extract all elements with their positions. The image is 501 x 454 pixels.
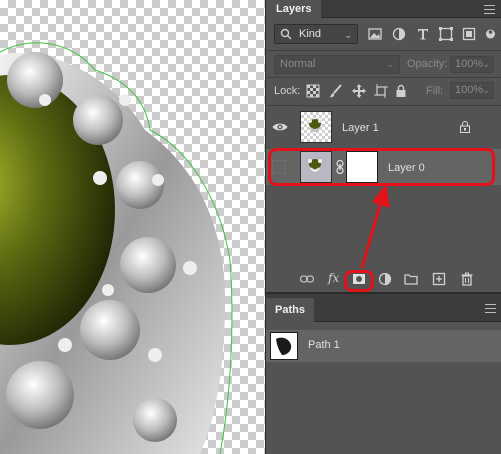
lock-row: Lock: Fill: 100% ⌄ xyxy=(266,80,501,104)
link-layers-icon[interactable] xyxy=(300,272,314,286)
filter-row: Kind ⌄ xyxy=(266,18,501,50)
image-filter-icon[interactable] xyxy=(368,27,382,41)
group-folder-icon[interactable] xyxy=(404,272,418,286)
opacity-label: Opacity: xyxy=(407,58,448,70)
type-filter-icon[interactable] xyxy=(416,27,430,41)
opacity-value: 100% xyxy=(455,58,484,70)
lock-label: Lock: xyxy=(274,85,301,97)
layer-locked-icon xyxy=(460,121,470,133)
document-canvas[interactable] xyxy=(0,0,265,454)
lock-pixels-brush-icon[interactable] xyxy=(329,84,343,98)
chevron-down-icon: ⌄ xyxy=(482,85,490,95)
layer-thumbnail xyxy=(300,111,332,143)
layers-tabbar: Layers xyxy=(266,0,501,18)
annotation-arrow-icon xyxy=(360,184,390,269)
opacity-field[interactable]: 100% ⌄ xyxy=(450,56,494,73)
paths-menu-icon[interactable] xyxy=(485,304,496,313)
path-row-path-1[interactable]: Path 1 xyxy=(266,330,501,362)
filter-toggle-icon[interactable] xyxy=(485,27,496,41)
chevron-down-icon: ⌄ xyxy=(386,59,394,69)
panel-menu-icon[interactable] xyxy=(484,5,495,14)
layer-name-layer-1[interactable]: Layer 1 xyxy=(342,122,379,134)
fill-label: Fill: xyxy=(426,85,444,97)
blend-row: Normal ⌄ Opacity: 100% ⌄ xyxy=(266,51,501,77)
lock-artboard-icon[interactable] xyxy=(374,84,388,98)
tab-paths[interactable]: Paths xyxy=(266,298,314,322)
fill-field[interactable]: 100% ⌄ xyxy=(450,82,494,99)
paths-panel: Paths Path 1 xyxy=(266,292,501,454)
blend-mode-value: Normal xyxy=(280,58,316,70)
filter-kind-label: Kind xyxy=(299,28,322,40)
tab-layers[interactable]: Layers xyxy=(266,0,322,18)
path-thumbnail xyxy=(270,332,298,360)
layer-row-layer-1[interactable]: Layer 1 xyxy=(266,107,501,147)
visibility-eye-icon[interactable] xyxy=(272,121,288,133)
new-layer-icon[interactable] xyxy=(432,272,446,286)
paths-tabbar: Paths xyxy=(266,294,501,322)
blend-mode-select[interactable]: Normal ⌄ xyxy=(274,55,400,74)
adjustment-filter-icon[interactable] xyxy=(392,27,406,41)
chevron-down-icon: ⌄ xyxy=(482,59,490,69)
shape-filter-icon[interactable] xyxy=(439,27,453,41)
trash-icon[interactable] xyxy=(460,272,474,286)
ring-thumbnail-icon xyxy=(308,119,322,132)
search-icon xyxy=(280,28,292,40)
chevron-down-icon: ⌄ xyxy=(344,30,352,40)
path-name-path-1[interactable]: Path 1 xyxy=(308,339,340,351)
filter-kind-select[interactable]: Kind ⌄ xyxy=(274,24,358,44)
lock-all-icon[interactable] xyxy=(394,84,408,98)
smart-object-filter-icon[interactable] xyxy=(462,27,476,41)
lock-position-move-icon[interactable] xyxy=(352,84,366,98)
ring-image xyxy=(0,42,233,454)
fill-value: 100% xyxy=(455,84,484,96)
path-shape-icon xyxy=(276,337,292,355)
lock-transparent-icon[interactable] xyxy=(306,84,320,98)
